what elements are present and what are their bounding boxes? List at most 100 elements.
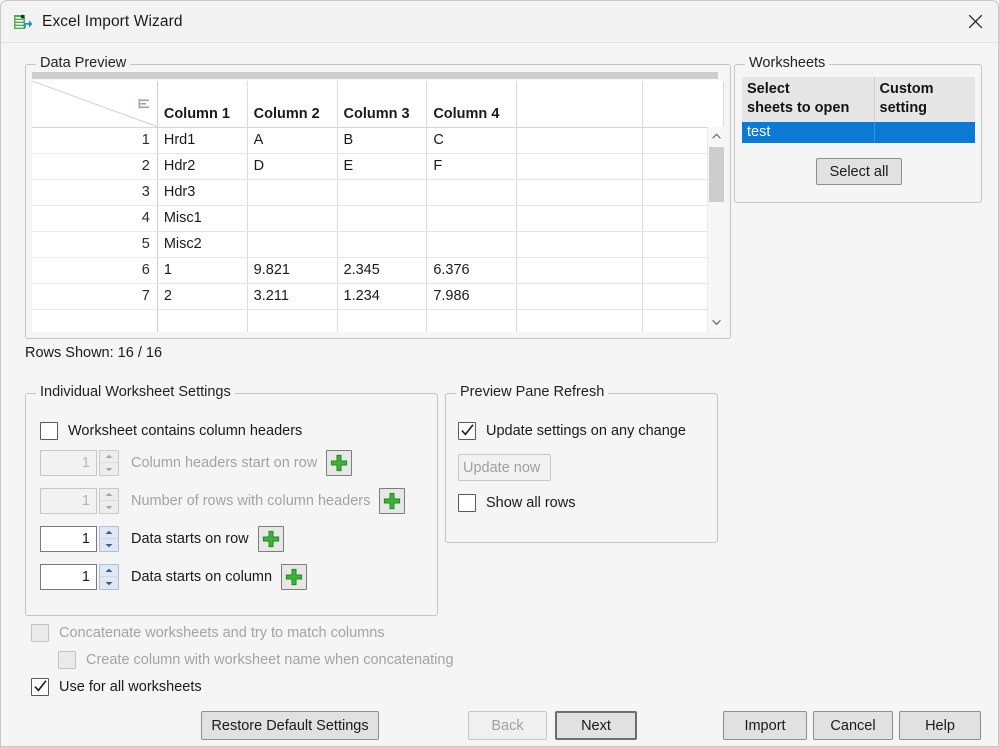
data-starts-on-column-stepper[interactable]: 1	[40, 564, 119, 590]
table-cell[interactable]	[427, 231, 517, 257]
table-cell[interactable]: 2.345	[337, 257, 427, 283]
column-headers-start-row-arrows[interactable]	[99, 450, 119, 476]
table-row[interactable]: 4Misc1	[32, 205, 724, 231]
green-plus-icon[interactable]	[326, 450, 352, 476]
column-headers-start-row-value[interactable]: 1	[40, 450, 97, 476]
number-of-header-rows-value[interactable]: 1	[40, 488, 97, 514]
table-cell[interactable]	[517, 309, 642, 332]
worksheet-row[interactable]: test	[742, 122, 975, 143]
horizontal-scrollbar-thumb[interactable]	[32, 72, 718, 79]
select-all-button[interactable]: Select all	[816, 158, 902, 185]
table-cell[interactable]: C	[427, 127, 517, 153]
worksheet-contains-column-headers-row[interactable]: Worksheet contains column headers	[40, 422, 302, 440]
table-cell[interactable]: 3.211	[247, 283, 337, 309]
spinner-up-icon[interactable]	[100, 527, 118, 539]
close-icon[interactable]	[952, 1, 998, 42]
chevron-down-icon[interactable]	[708, 314, 724, 331]
worksheet-contains-column-headers-checkbox[interactable]	[40, 422, 58, 440]
table-cell[interactable]	[517, 127, 642, 153]
table-cell[interactable]: 6.376	[427, 257, 517, 283]
green-plus-icon[interactable]	[281, 564, 307, 590]
number-of-header-rows-arrows[interactable]	[99, 488, 119, 514]
column-header[interactable]: Column 2	[247, 81, 337, 127]
table-cell[interactable]: 2	[157, 283, 247, 309]
number-of-header-rows-stepper[interactable]: 1	[40, 488, 119, 514]
table-cell[interactable]: 1	[157, 257, 247, 283]
table-cell[interactable]	[247, 309, 337, 332]
table-cell[interactable]: Misc2	[157, 231, 247, 257]
spinner-down-icon[interactable]	[100, 501, 118, 513]
use-for-all-worksheets-checkbox[interactable]	[31, 678, 49, 696]
spinner-up-icon[interactable]	[100, 451, 118, 463]
next-button[interactable]: Next	[555, 711, 637, 740]
horizontal-scrollbar[interactable]	[32, 71, 724, 80]
table-cell[interactable]: E	[337, 153, 427, 179]
help-button[interactable]: Help	[899, 711, 981, 740]
table-row[interactable]	[32, 309, 724, 332]
table-cell[interactable]	[427, 205, 517, 231]
table-cell[interactable]: Hdr2	[157, 153, 247, 179]
data-starts-on-row-stepper[interactable]: 1	[40, 526, 119, 552]
table-cell[interactable]: Misc1	[157, 205, 247, 231]
table-cell[interactable]: 7.986	[427, 283, 517, 309]
data-starts-on-column-arrows[interactable]	[99, 564, 119, 590]
vertical-scrollbar-thumb[interactable]	[709, 147, 724, 202]
table-cell[interactable]: A	[247, 127, 337, 153]
table-cell[interactable]	[247, 205, 337, 231]
spinner-down-icon[interactable]	[100, 539, 118, 551]
row-number[interactable]: 7	[32, 283, 157, 309]
table-cell[interactable]: 1.234	[337, 283, 427, 309]
worksheets-header-custom[interactable]: Custom setting	[874, 77, 975, 122]
use-for-all-worksheets-row[interactable]: Use for all worksheets	[31, 678, 202, 696]
table-cell[interactable]: Hdr3	[157, 179, 247, 205]
row-number[interactable]: 5	[32, 231, 157, 257]
spinner-down-icon[interactable]	[100, 463, 118, 475]
table-cell[interactable]	[337, 179, 427, 205]
table-cell[interactable]	[517, 179, 642, 205]
spinner-up-icon[interactable]	[100, 565, 118, 577]
row-number[interactable]: 4	[32, 205, 157, 231]
table-cell[interactable]: 9.821	[247, 257, 337, 283]
data-starts-on-column-value[interactable]: 1	[40, 564, 97, 590]
worksheets-header-select[interactable]: Select sheets to open	[742, 77, 874, 122]
table-row[interactable]: 619.8212.3456.376	[32, 257, 724, 283]
spinner-up-icon[interactable]	[100, 489, 118, 501]
show-all-rows-checkbox[interactable]	[458, 494, 476, 512]
table-cell[interactable]	[427, 179, 517, 205]
row-number[interactable]: 3	[32, 179, 157, 205]
green-plus-icon[interactable]	[379, 488, 405, 514]
table-row[interactable]: 5Misc2	[32, 231, 724, 257]
cancel-button[interactable]: Cancel	[813, 711, 893, 740]
column-header[interactable]	[642, 81, 724, 127]
update-now-button[interactable]: Update now	[458, 454, 551, 481]
table-cell[interactable]	[157, 309, 247, 332]
restore-default-settings-button[interactable]: Restore Default Settings	[201, 711, 379, 740]
table-cell[interactable]	[337, 231, 427, 257]
table-cell[interactable]: B	[337, 127, 427, 153]
table-row[interactable]: 2Hdr2DEF	[32, 153, 724, 179]
update-on-change-row[interactable]: Update settings on any change	[458, 422, 686, 440]
chevron-up-icon[interactable]	[708, 128, 724, 145]
data-starts-on-row-arrows[interactable]	[99, 526, 119, 552]
table-row[interactable]: 1Hrd1ABC	[32, 127, 724, 153]
green-plus-icon[interactable]	[258, 526, 284, 552]
column-header[interactable]: Column 1	[157, 81, 247, 127]
back-button[interactable]: Back	[468, 711, 547, 740]
worksheet-custom-setting[interactable]	[874, 122, 975, 143]
import-button[interactable]: Import	[723, 711, 807, 740]
table-cell[interactable]	[517, 153, 642, 179]
row-number[interactable]: 2	[32, 153, 157, 179]
column-header[interactable]: Column 3	[337, 81, 427, 127]
table-cell[interactable]	[517, 205, 642, 231]
table-cell[interactable]: D	[247, 153, 337, 179]
column-headers-start-row-stepper[interactable]: 1	[40, 450, 119, 476]
column-header[interactable]	[517, 81, 642, 127]
table-cell[interactable]	[337, 309, 427, 332]
data-starts-on-row-value[interactable]: 1	[40, 526, 97, 552]
worksheet-name[interactable]: test	[742, 122, 874, 143]
update-on-change-checkbox[interactable]	[458, 422, 476, 440]
table-cell[interactable]	[517, 283, 642, 309]
table-cell[interactable]	[427, 309, 517, 332]
table-cell[interactable]	[517, 257, 642, 283]
table-cell[interactable]	[337, 205, 427, 231]
